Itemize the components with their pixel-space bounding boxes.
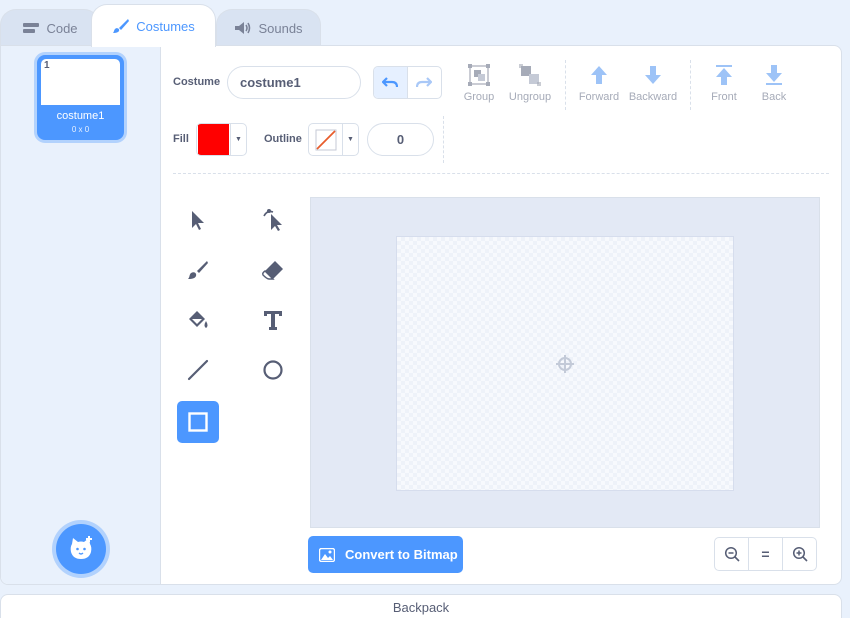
- back-button[interactable]: Back: [746, 64, 802, 103]
- convert-to-bitmap-button[interactable]: Convert to Bitmap: [308, 536, 463, 573]
- rectangle-icon: [188, 412, 208, 432]
- undo-icon: [382, 76, 399, 87]
- redo-icon: [416, 76, 433, 87]
- ungroup-button[interactable]: Ungroup: [502, 64, 558, 103]
- code-icon: [23, 23, 40, 33]
- tab-sounds[interactable]: Sounds: [216, 9, 321, 46]
- tab-costumes-label: Costumes: [136, 18, 195, 34]
- ungroup-label: Ungroup: [508, 91, 552, 103]
- costume-tile[interactable]: 1 costume1 0 x 0: [37, 55, 124, 140]
- costume-name-input[interactable]: [227, 66, 361, 99]
- toolbar-separator: [173, 173, 829, 174]
- undo-button[interactable]: [374, 67, 408, 98]
- arrow-select-icon: [192, 211, 204, 230]
- convert-to-bitmap-label: Convert to Bitmap: [345, 547, 458, 562]
- backward-button[interactable]: Backward: [625, 64, 681, 103]
- fill-dropdown-arrow: ▼: [230, 124, 246, 155]
- rectangle-tool[interactable]: [177, 401, 219, 443]
- backward-label: Backward: [628, 91, 678, 103]
- front-icon: [716, 65, 732, 85]
- back-label: Back: [761, 91, 787, 103]
- paint-bucket-icon: [189, 311, 208, 328]
- outline-label: Outline: [264, 133, 302, 145]
- add-costume-cat-icon: [70, 536, 92, 559]
- forward-button[interactable]: Forward: [571, 64, 627, 103]
- reshape-tool[interactable]: [252, 199, 294, 241]
- forward-icon: [591, 66, 607, 84]
- eraser-tool[interactable]: [252, 249, 294, 291]
- backpack-label: Backpack: [392, 600, 450, 615]
- outline-dropdown-arrow: ▼: [342, 124, 358, 155]
- line-tool[interactable]: [177, 349, 219, 391]
- fill-tool[interactable]: [177, 299, 219, 341]
- add-costume-button[interactable]: [56, 524, 106, 574]
- no-color-icon: [315, 129, 336, 150]
- center-crosshair-icon: [556, 355, 574, 373]
- tab-sounds-label: Sounds: [258, 20, 303, 36]
- back-icon: [766, 65, 782, 85]
- outline-swatch: [309, 124, 342, 155]
- outline-color-picker[interactable]: ▼: [308, 123, 359, 156]
- text-tool[interactable]: [252, 299, 294, 341]
- toolbar-divider: [565, 60, 566, 110]
- brush-icon: [188, 261, 208, 279]
- costume-name-label: Costume: [173, 76, 221, 88]
- fill-label: Fill: [173, 133, 189, 145]
- tab-costumes[interactable]: Costumes: [91, 4, 216, 47]
- toolbar-divider: [690, 60, 691, 110]
- costume-number: 1: [44, 60, 50, 71]
- costume-editor-panel: 1 costume1 0 x 0 Costume Group Ungroup: [0, 45, 842, 585]
- undo-redo-group: [373, 66, 442, 99]
- outline-width-input[interactable]: 0: [367, 123, 434, 156]
- select-tool[interactable]: [177, 199, 219, 241]
- fill-color-picker[interactable]: ▼: [196, 123, 247, 156]
- front-label: Front: [711, 91, 737, 103]
- brush-icon: [113, 19, 130, 33]
- costume-thumbnail: [41, 59, 120, 105]
- group-icon: [468, 64, 490, 86]
- backward-icon: [645, 66, 661, 84]
- ungroup-icon: [519, 64, 541, 86]
- group-button[interactable]: Group: [451, 64, 507, 103]
- costume-list: 1 costume1 0 x 0: [1, 46, 161, 584]
- eraser-icon: [262, 261, 283, 280]
- costume-tile-size: 0 x 0: [71, 125, 90, 134]
- zoom-in-button[interactable]: [783, 538, 816, 570]
- toolbar-divider: [443, 116, 444, 163]
- redo-button[interactable]: [408, 67, 442, 98]
- tab-code-label: Code: [46, 20, 78, 36]
- zoom-in-icon: [792, 546, 808, 562]
- group-label: Group: [463, 91, 495, 103]
- text-icon: [264, 311, 282, 330]
- fill-swatch: [197, 124, 230, 155]
- line-icon: [187, 359, 209, 381]
- circle-tool[interactable]: [252, 349, 294, 391]
- zoom-reset-button[interactable]: =: [749, 538, 783, 570]
- zoom-out-button[interactable]: [715, 538, 749, 570]
- backpack-bar[interactable]: Backpack: [0, 594, 842, 618]
- costume-tile-name: costume1: [56, 110, 105, 122]
- brush-tool[interactable]: [177, 249, 219, 291]
- front-button[interactable]: Front: [696, 64, 752, 103]
- image-icon: [319, 547, 335, 562]
- artboard[interactable]: [396, 236, 734, 491]
- zoom-out-icon: [724, 546, 740, 562]
- tab-code[interactable]: Code: [0, 9, 100, 46]
- reshape-icon: [263, 209, 282, 231]
- forward-label: Forward: [578, 91, 620, 103]
- circle-icon: [263, 360, 283, 380]
- zoom-controls: =: [714, 537, 817, 571]
- editor-tabs: Code Costumes Sounds: [0, 0, 850, 47]
- paint-canvas-area[interactable]: [310, 197, 820, 528]
- speaker-icon: [235, 22, 251, 34]
